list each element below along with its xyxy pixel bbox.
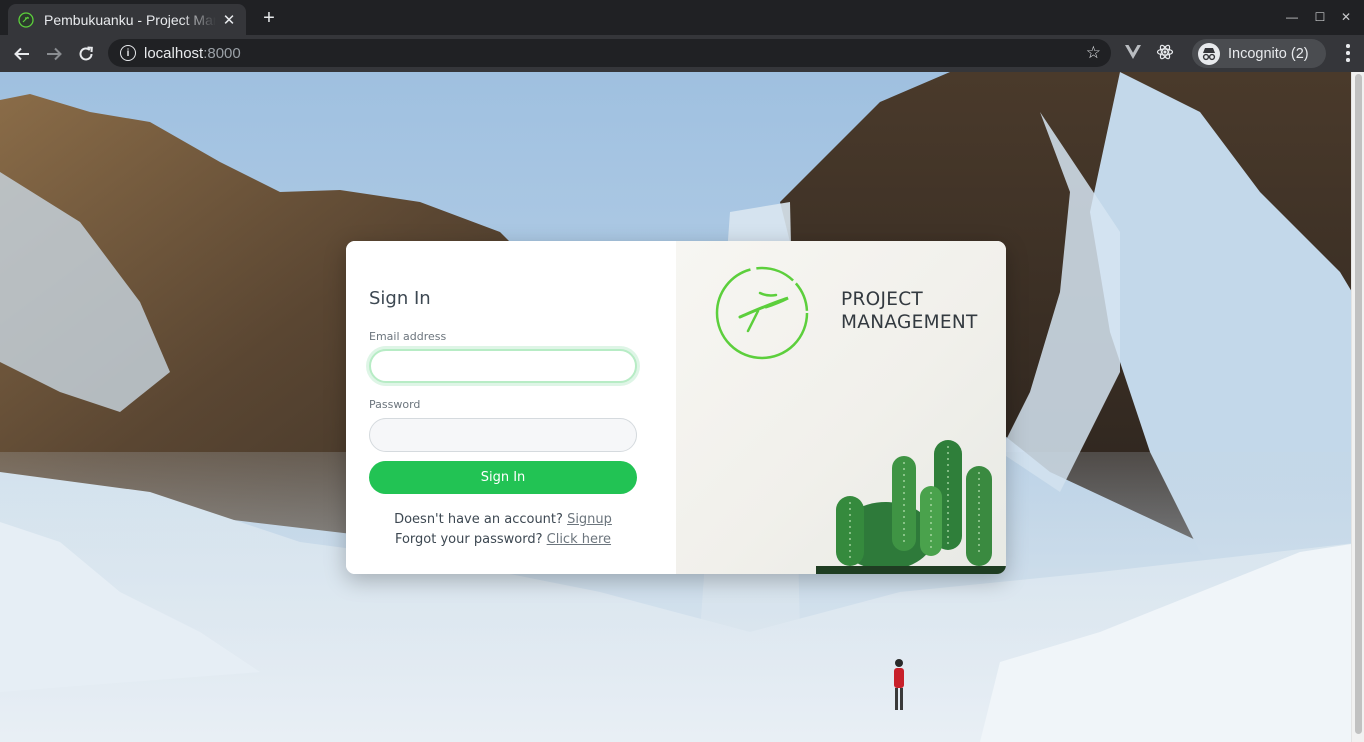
incognito-icon [1198, 42, 1220, 65]
reload-button[interactable] [72, 40, 100, 68]
branding-panel: PROJECT MANAGEMENT [676, 241, 1006, 574]
signup-prompt-text: Doesn't have an account? [394, 512, 563, 527]
email-field[interactable] [369, 349, 637, 383]
login-card: Sign In Email address Password Sign In D… [346, 241, 1006, 574]
signin-button[interactable]: Sign In [369, 461, 637, 494]
tab-title: Pembukuanku - Project Management [44, 11, 216, 28]
bookmark-star-icon[interactable]: ☆ [1086, 43, 1101, 63]
browser-tab-strip: Pembukuanku - Project Management ✕ + — ☐… [0, 0, 1364, 35]
cactus-decoration-image [816, 440, 1006, 574]
signin-heading: Sign In [369, 288, 431, 309]
arrow-right-icon [47, 47, 62, 61]
maximize-window-icon[interactable]: ☐ [1310, 8, 1330, 26]
project-management-logo-icon [715, 266, 809, 360]
password-field[interactable] [369, 418, 637, 452]
browser-tab[interactable]: Pembukuanku - Project Management ✕ [8, 4, 246, 35]
page-viewport: Sign In Email address Password Sign In D… [0, 72, 1364, 742]
password-label: Password [369, 398, 421, 411]
incognito-label: Incognito (2) [1228, 45, 1309, 62]
browser-toolbar: i localhost:8000 ☆ Incognito (2) [0, 35, 1364, 72]
arrow-left-icon [14, 47, 29, 61]
close-tab-icon[interactable]: ✕ [220, 11, 238, 29]
signup-link[interactable]: Signup [567, 512, 612, 527]
brand-title: PROJECT MANAGEMENT [841, 288, 978, 334]
url-host: localhost [144, 44, 204, 62]
forgot-password-row: Forgot your password? Click here [346, 532, 660, 547]
page-scrollbar[interactable] [1351, 72, 1364, 742]
login-form-panel: Sign In Email address Password Sign In D… [346, 241, 676, 574]
url-port: :8000 [203, 44, 241, 62]
back-button[interactable] [8, 40, 36, 68]
email-label: Email address [369, 330, 447, 343]
address-bar[interactable]: i localhost:8000 ☆ [108, 39, 1111, 67]
browser-menu-icon[interactable] [1340, 44, 1356, 64]
brand-title-line-2: MANAGEMENT [841, 312, 978, 333]
site-info-icon[interactable]: i [120, 45, 136, 61]
scrollbar-thumb[interactable] [1355, 74, 1362, 734]
site-favicon-icon [18, 11, 34, 28]
forward-button[interactable] [40, 40, 68, 68]
signup-prompt-row: Doesn't have an account? Signup [346, 512, 660, 527]
close-window-icon[interactable]: ✕ [1336, 8, 1356, 26]
incognito-profile-button[interactable]: Incognito (2) [1192, 39, 1326, 68]
reload-icon [79, 46, 93, 61]
react-devtools-extension-icon[interactable] [1156, 43, 1174, 61]
brand-title-line-1: PROJECT [841, 289, 924, 310]
vue-devtools-extension-icon[interactable] [1124, 43, 1142, 61]
new-tab-button[interactable]: + [258, 7, 280, 29]
minimize-window-icon[interactable]: — [1282, 8, 1302, 26]
forgot-password-link[interactable]: Click here [547, 532, 611, 547]
forgot-password-text: Forgot your password? [394, 532, 543, 547]
